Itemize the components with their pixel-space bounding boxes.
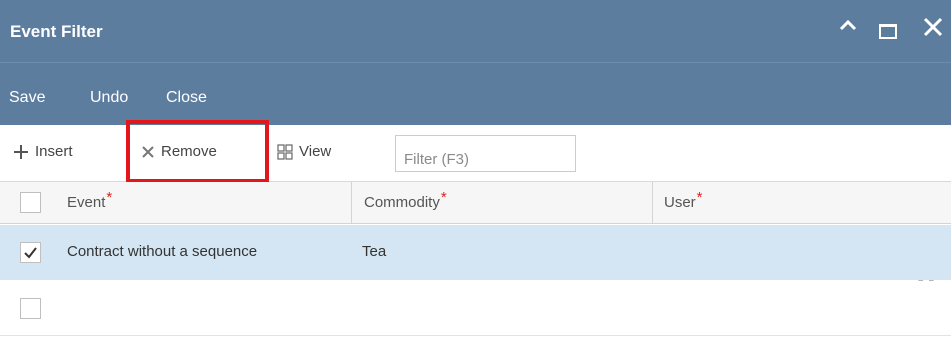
menu-save[interactable]: Save — [9, 89, 45, 107]
row-checkbox[interactable] — [20, 242, 41, 263]
column-user[interactable]: User* — [653, 182, 951, 224]
remove-highlight-box — [126, 120, 269, 183]
close-icon — [923, 17, 943, 37]
row-checkbox[interactable] — [20, 298, 41, 319]
grid-view-icon — [277, 143, 293, 160]
checkmark-icon — [24, 247, 37, 259]
insert-button[interactable]: Insert — [13, 143, 73, 160]
cell-event[interactable]: Contract without a sequence — [67, 243, 257, 260]
view-button[interactable]: View — [277, 143, 331, 160]
table-row[interactable] — [0, 281, 951, 336]
column-commodity[interactable]: Commodity* — [352, 182, 653, 224]
column-event[interactable]: Event* — [0, 182, 352, 224]
window-title: Event Filter — [10, 22, 103, 41]
column-event-label: Event* — [67, 189, 113, 211]
column-user-label: User* — [664, 189, 703, 211]
required-mark: * — [440, 189, 447, 206]
menu-undo[interactable]: Undo — [90, 89, 128, 107]
minimize-button[interactable] — [838, 18, 858, 37]
chevron-up-icon — [839, 19, 857, 31]
maximize-button[interactable] — [879, 24, 897, 39]
grid-header: Event* Commodity* User* — [0, 182, 951, 224]
required-mark: * — [696, 189, 703, 206]
column-commodity-label: Commodity* — [364, 189, 447, 211]
menu-bar: Save Undo Close — [0, 62, 951, 125]
insert-label: Insert — [35, 143, 73, 160]
filter-input[interactable] — [395, 135, 576, 172]
required-mark: * — [106, 189, 113, 206]
cell-commodity[interactable]: Tea — [362, 243, 386, 260]
close-window-button[interactable] — [921, 14, 945, 45]
table-row[interactable]: Contract without a sequence Tea — [0, 225, 951, 280]
window-titlebar: Event Filter — [0, 0, 951, 62]
menu-close[interactable]: Close — [166, 89, 207, 107]
view-label: View — [299, 143, 332, 160]
plus-icon — [14, 144, 28, 159]
